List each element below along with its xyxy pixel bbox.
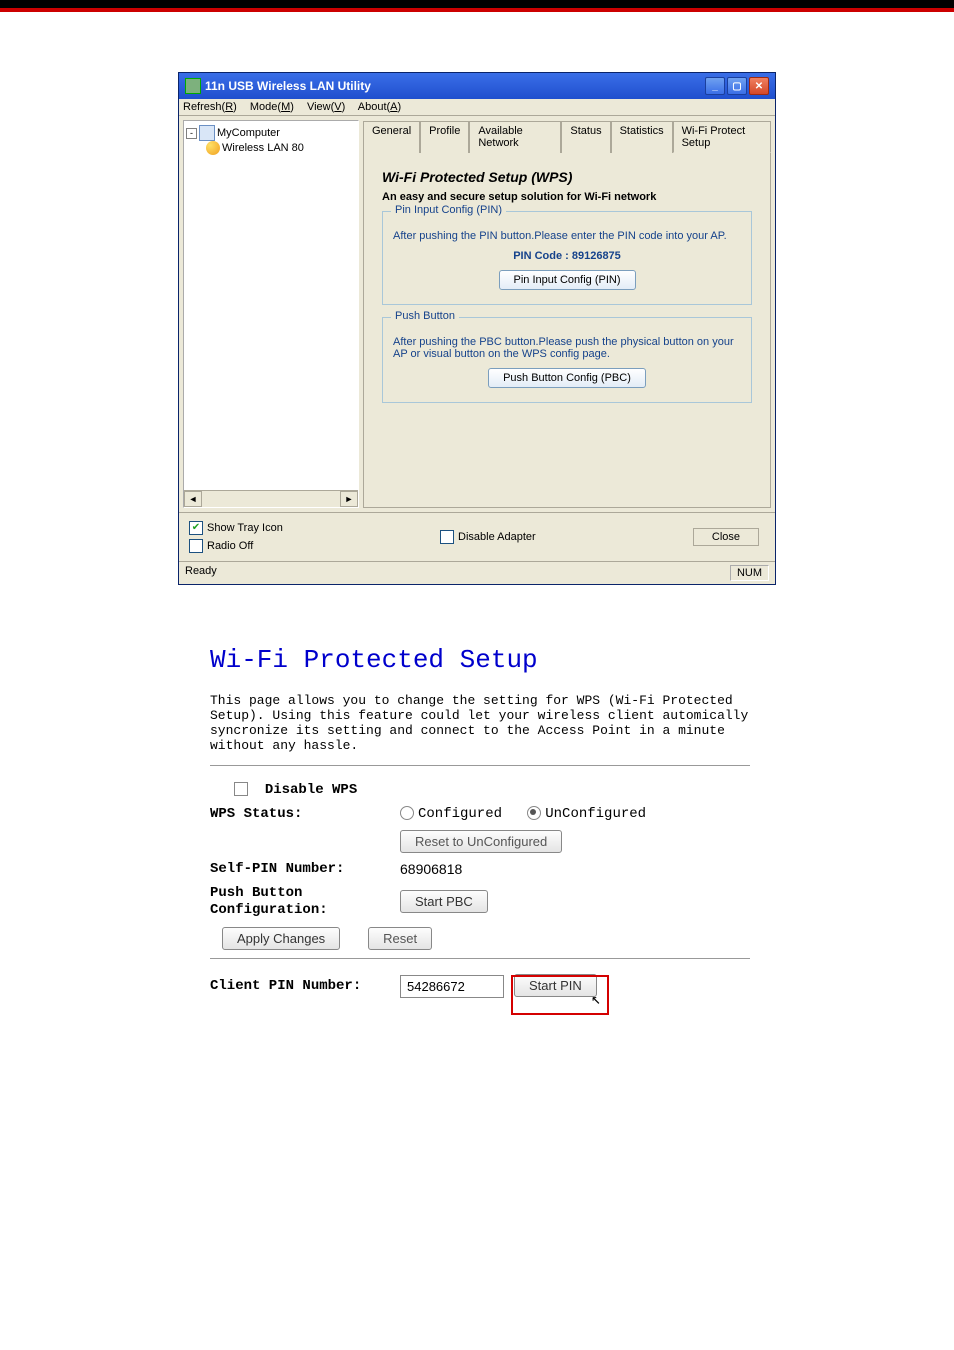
tab-wps[interactable]: Wi-Fi Protect Setup: [673, 121, 771, 153]
disable-adapter-label: Disable Adapter: [458, 531, 536, 543]
disable-wps-row[interactable]: Disable WPS: [210, 782, 424, 798]
pbc-desc: After pushing the PBC button.Please push…: [393, 336, 741, 360]
tab-general[interactable]: General: [363, 121, 420, 153]
apply-changes-button[interactable]: Apply Changes: [222, 927, 340, 950]
device-tree[interactable]: - MyComputer Wireless LAN 80 ◄ ►: [183, 120, 359, 508]
horizontal-scrollbar[interactable]: ◄ ►: [184, 490, 358, 507]
scroll-left-icon[interactable]: ◄: [184, 491, 202, 507]
tab-strip: General Profile Available Network Status…: [363, 120, 771, 152]
titlebar[interactable]: 11n USB Wireless LAN Utility _ ▢ ✕: [179, 73, 775, 99]
menu-mode[interactable]: Mode(M): [250, 101, 294, 113]
self-pin-value: 68906818: [400, 861, 462, 877]
cursor-icon: ↖: [591, 989, 601, 1009]
pbc-legend: Push Button: [391, 310, 459, 322]
radio-off-checkbox[interactable]: Radio Off: [189, 539, 283, 553]
maximize-button[interactable]: ▢: [727, 77, 747, 95]
app-icon: [185, 78, 201, 94]
pbc-label: Push ButtonConfiguration:: [210, 885, 400, 919]
tab-status[interactable]: Status: [561, 121, 610, 153]
show-tray-label: Show Tray Icon: [207, 522, 283, 534]
status-ready: Ready: [185, 565, 217, 581]
radio-selected-icon: [527, 806, 541, 820]
start-pbc-button[interactable]: Start PBC: [400, 890, 488, 913]
pin-desc: After pushing the PIN button.Please ente…: [393, 230, 741, 242]
pin-code-value: PIN Code : 89126875: [393, 250, 741, 262]
tree-root-node[interactable]: - MyComputer: [186, 125, 356, 141]
divider: [210, 765, 750, 766]
bottom-panel: ✔ Show Tray Icon Radio Off Disable Adapt…: [179, 512, 775, 561]
tree-child-node[interactable]: Wireless LAN 80: [206, 141, 356, 155]
checkbox-checked-icon: ✔: [189, 521, 203, 535]
disable-wps-label: Disable WPS: [265, 782, 357, 798]
pbc-groupbox: Push Button After pushing the PBC button…: [382, 317, 752, 403]
radio-off-label: Radio Off: [207, 540, 253, 552]
close-button[interactable]: Close: [693, 528, 759, 546]
wps-status-label: WPS Status:: [210, 806, 400, 822]
wlan-icon: [206, 141, 220, 155]
pbc-config-button[interactable]: Push Button Config (PBC): [488, 368, 646, 388]
menu-refresh[interactable]: Refresh(R): [183, 101, 237, 113]
checkbox-unchecked-icon: [234, 782, 248, 796]
tree-root-label: MyComputer: [217, 127, 280, 139]
tab-content: Wi-Fi Protected Setup (WPS) An easy and …: [363, 152, 771, 508]
radio-unconfigured[interactable]: UnConfigured: [527, 806, 646, 822]
menubar: Refresh(R) Mode(M) View(V) About(A): [179, 99, 775, 116]
wps-heading: Wi-Fi Protected Setup (WPS): [382, 169, 752, 185]
status-num: NUM: [730, 565, 769, 581]
menu-view[interactable]: View(V): [307, 101, 345, 113]
checkbox-unchecked-icon: [440, 530, 454, 544]
client-pin-label: Client PIN Number:: [210, 978, 400, 994]
pin-groupbox: Pin Input Config (PIN) After pushing the…: [382, 211, 752, 305]
start-pin-button[interactable]: Start PIN: [514, 974, 597, 997]
pin-config-button[interactable]: Pin Input Config (PIN): [499, 270, 636, 290]
reset-unconfigured-button[interactable]: Reset to UnConfigured: [400, 830, 562, 853]
radio-icon: [400, 806, 414, 820]
web-title: Wi-Fi Protected Setup: [210, 645, 750, 675]
minimize-button[interactable]: _: [705, 77, 725, 95]
utility-window: 11n USB Wireless LAN Utility _ ▢ ✕ Refre…: [178, 72, 776, 585]
menu-about[interactable]: About(A): [358, 101, 401, 113]
web-description: This page allows you to change the setti…: [210, 693, 750, 753]
radio-configured[interactable]: Configured: [400, 806, 502, 822]
window-title: 11n USB Wireless LAN Utility: [205, 79, 371, 93]
pin-legend: Pin Input Config (PIN): [391, 204, 506, 216]
close-window-button[interactable]: ✕: [749, 77, 769, 95]
statusbar: Ready NUM: [179, 561, 775, 584]
tab-statistics[interactable]: Statistics: [611, 121, 673, 153]
tree-child-label: Wireless LAN 80: [222, 142, 304, 154]
disable-adapter-checkbox[interactable]: Disable Adapter: [283, 530, 693, 544]
scroll-right-icon[interactable]: ►: [340, 491, 358, 507]
reset-button[interactable]: Reset: [368, 927, 432, 950]
wps-subtitle: An easy and secure setup solution for Wi…: [382, 191, 752, 203]
top-accent-bar: [0, 0, 954, 12]
client-pin-input[interactable]: [400, 975, 504, 998]
self-pin-label: Self-PIN Number:: [210, 861, 400, 877]
divider: [210, 958, 750, 959]
web-wps-page: Wi-Fi Protected Setup This page allows y…: [210, 645, 750, 998]
expand-icon[interactable]: -: [186, 128, 197, 139]
show-tray-checkbox[interactable]: ✔ Show Tray Icon: [189, 521, 283, 535]
computer-icon: [199, 125, 215, 141]
checkbox-unchecked-icon: [189, 539, 203, 553]
tab-profile[interactable]: Profile: [420, 121, 469, 153]
tab-available-network[interactable]: Available Network: [469, 121, 561, 153]
